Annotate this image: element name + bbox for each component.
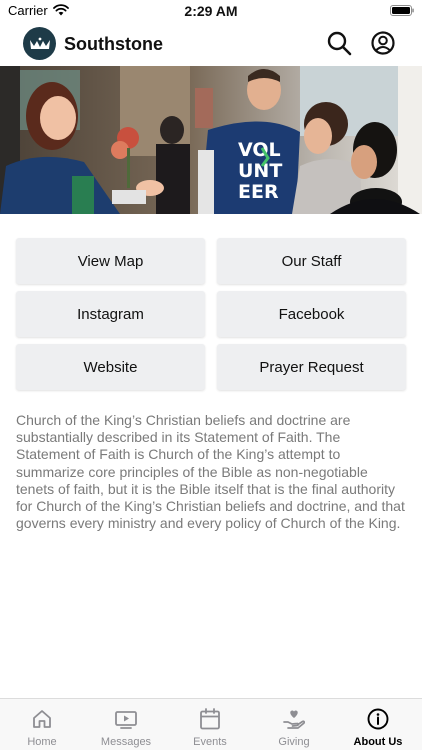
tab-home-label: Home — [27, 736, 57, 748]
about-description: Church of the King’s Christian beliefs a… — [16, 412, 405, 532]
church-logo — [23, 27, 56, 60]
giving-hand-icon — [283, 710, 305, 729]
tab-about-us-label: About Us — [353, 736, 403, 748]
status-bar: Carrier 2:29 AM — [0, 0, 422, 22]
battery-icon — [390, 5, 414, 16]
tab-home[interactable]: Home — [0, 699, 84, 750]
tab-messages[interactable]: Messages — [84, 699, 168, 750]
profile-icon[interactable] — [370, 30, 396, 56]
view-map-button[interactable]: View Map — [16, 238, 205, 284]
tab-about-us[interactable]: About Us — [336, 699, 420, 750]
status-time: 2:29 AM — [184, 3, 238, 19]
tab-messages-label: Messages — [100, 736, 152, 748]
tab-events-label: Events — [193, 736, 227, 748]
website-button[interactable]: Website — [16, 344, 205, 390]
hero-image: VOL UNT EER — [0, 66, 422, 214]
tab-events[interactable]: Events — [168, 699, 252, 750]
info-icon — [367, 708, 389, 730]
volunteers-photo: VOL UNT EER — [0, 66, 422, 214]
tab-giving-label: Giving — [278, 736, 310, 748]
app-title: Southstone — [64, 34, 163, 54]
instagram-button[interactable]: Instagram — [16, 291, 205, 337]
video-icon — [115, 711, 137, 729]
prayer-request-button[interactable]: Prayer Request — [217, 344, 406, 390]
facebook-button[interactable]: Facebook — [217, 291, 406, 337]
calendar-icon — [200, 708, 220, 730]
crown-logo-icon — [29, 37, 50, 49]
shirt-text-line-1: VOL — [238, 139, 281, 161]
shirt-text-line-2: UNT — [238, 160, 282, 182]
shirt-text-line-3: EER — [238, 181, 279, 203]
our-staff-button[interactable]: Our Staff — [217, 238, 406, 284]
tab-bar: Home Messages Events Giving About Us — [0, 698, 422, 750]
app-header: Southstone — [0, 22, 422, 66]
home-icon — [33, 710, 51, 728]
search-icon[interactable] — [326, 30, 352, 56]
tab-giving[interactable]: Giving — [252, 699, 336, 750]
